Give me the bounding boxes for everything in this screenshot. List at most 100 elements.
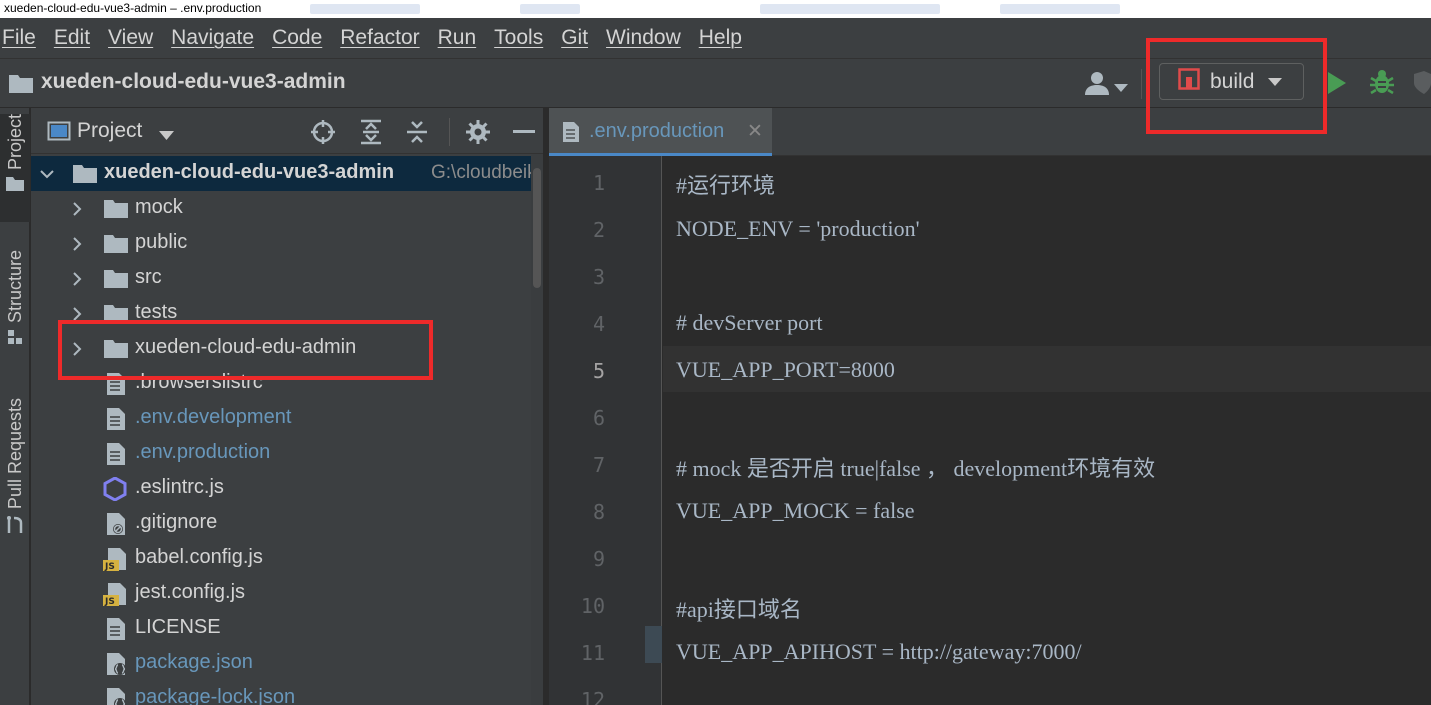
menu-edit[interactable]: Edit [54,26,90,50]
tree-folder-row[interactable]: src [31,261,543,296]
menu-window[interactable]: Window [606,26,681,50]
debug-bug-icon[interactable] [1368,68,1396,101]
tree-file-row[interactable]: package-lock.json [31,681,543,705]
code-line: VUE_APP_APIHOST = http://gateway:7000/ [676,639,1082,664]
line-number: 6 [592,406,605,430]
line-number: 8 [592,500,605,524]
line-number: 2 [592,218,605,242]
chevron-down-icon[interactable] [1114,79,1128,97]
project-panel: Project xueden-cloud-edu-vue3-admin G:\c… [31,108,544,705]
line-number: 1 [592,171,605,195]
structure-icon [8,330,22,345]
tree-file-row[interactable]: JS jest.config.js [31,576,543,611]
tree-file-row[interactable]: .eslintrc.js [31,471,543,506]
line-number: 9 [592,547,605,571]
tool-tab-pull-requests[interactable]: Pull Requests [0,398,30,550]
chevron-right-icon[interactable] [69,341,85,362]
menu-navigate[interactable]: Navigate [171,26,254,50]
line-number: 10 [580,594,605,618]
tree-item-label: package-lock.json [135,686,296,705]
user-icon[interactable] [1083,71,1111,100]
tree-root-row[interactable]: xueden-cloud-edu-vue3-admin G:\cloudbeik [31,156,543,191]
chevron-right-icon[interactable] [69,236,85,257]
run-play-icon[interactable] [1327,71,1347,100]
tree-item-label: tests [135,301,178,323]
separator [1141,69,1142,99]
menu-view[interactable]: View [108,26,153,50]
project-view-selector[interactable]: Project [77,119,142,143]
tree-item-label: jest.config.js [135,581,246,603]
run-config-label: build [1210,69,1255,93]
chevron-right-icon[interactable] [69,201,85,222]
line-number: 4 [592,312,605,336]
code-line: # mock 是否开启 true|false ， development环境有效 [676,456,1156,481]
tool-tab-project[interactable]: Project [0,114,30,222]
close-icon[interactable]: ✕ [747,120,763,143]
tree-scrollbar-thumb[interactable] [533,168,541,288]
folder-icon [8,72,34,99]
tree-file-row[interactable]: .gitignore [31,506,543,541]
json-file-icon [106,652,128,681]
background-tab [760,4,940,14]
menu-run[interactable]: Run [438,26,477,50]
os-title-bar: xueden-cloud-edu-vue3-admin – .env.produ… [0,0,1431,18]
navigation-bar: xueden-cloud-edu-vue3-admin build [0,58,1431,108]
line-number: 11 [580,641,605,665]
menu-help[interactable]: Help [699,26,742,50]
tree-file-row[interactable]: LICENSE [31,611,543,646]
tree-file-row[interactable]: .env.production [31,436,543,471]
locate-crosshair-icon[interactable] [310,119,336,150]
menu-git[interactable]: Git [561,26,588,50]
tree-item-label: babel.config.js [135,546,263,568]
js-file-icon: JS [103,582,129,611]
tree-item-label: xueden-cloud-edu-admin [135,336,357,358]
gear-icon[interactable] [465,119,491,150]
minimize-icon[interactable] [513,130,535,133]
tree-file-row[interactable]: .env.development [31,401,543,436]
tree-item-label: src [135,266,162,288]
menu-tools[interactable]: Tools [494,26,543,50]
menu-refactor[interactable]: Refactor [340,26,419,50]
breadcrumb-project[interactable]: xueden-cloud-edu-vue3-admin [41,70,346,94]
vcs-change-marker[interactable] [645,626,662,663]
tree-root-label: xueden-cloud-edu-vue3-admin [104,161,395,183]
editor-tab-env-production[interactable]: .env.production ✕ [549,108,772,156]
code-line: #运行环境 [676,173,776,198]
run-configuration-select[interactable]: build [1159,63,1304,100]
tool-tab-pull-requests-label: Pull Requests [4,398,25,510]
svg-text:JS: JS [104,562,115,571]
text-file-icon [562,121,580,148]
chevron-right-icon[interactable] [69,271,85,292]
menu-code[interactable]: Code [272,26,322,50]
tree-root-path: G:\cloudbeik [431,162,537,183]
editor-tab-label: .env.production [589,120,725,142]
tree-folder-row[interactable]: xueden-cloud-edu-admin [31,331,543,366]
project-icon [6,177,24,192]
chevron-down-icon[interactable] [159,127,174,145]
folder-icon [72,162,98,189]
tool-tab-project-label: Project [4,114,25,171]
expand-all-icon[interactable] [359,119,383,150]
folder-icon [103,267,129,294]
tree-file-row[interactable]: JS babel.config.js [31,541,543,576]
text-file-icon [106,407,126,436]
tree-file-row[interactable]: .browserslistrc [31,366,543,401]
tool-tab-structure[interactable]: Structure [0,250,30,362]
background-tab [1000,4,1120,14]
line-number: 12 [580,688,605,705]
tree-folder-row[interactable]: mock [31,191,543,226]
tree-file-row[interactable]: package.json [31,646,543,681]
folder-icon [103,197,129,224]
tree-folder-row[interactable]: public [31,226,543,261]
separator [449,118,450,146]
tree-item-label: .eslintrc.js [135,476,224,498]
window-title: xueden-cloud-edu-vue3-admin – .env.produ… [4,1,262,15]
chevron-down-icon[interactable] [39,166,55,187]
chevron-right-icon[interactable] [69,306,85,327]
code-editor[interactable]: 1 2 3 4 5 6 7 8 9 10 11 12 #运行环境 NODE_EN… [549,156,1431,705]
menu-file[interactable]: File [2,26,36,50]
tree-item-label: .browserslistrc [135,371,263,393]
collapse-all-icon[interactable] [405,119,429,150]
tree-folder-row[interactable]: tests [31,296,543,331]
coverage-shield-icon[interactable] [1414,71,1431,100]
